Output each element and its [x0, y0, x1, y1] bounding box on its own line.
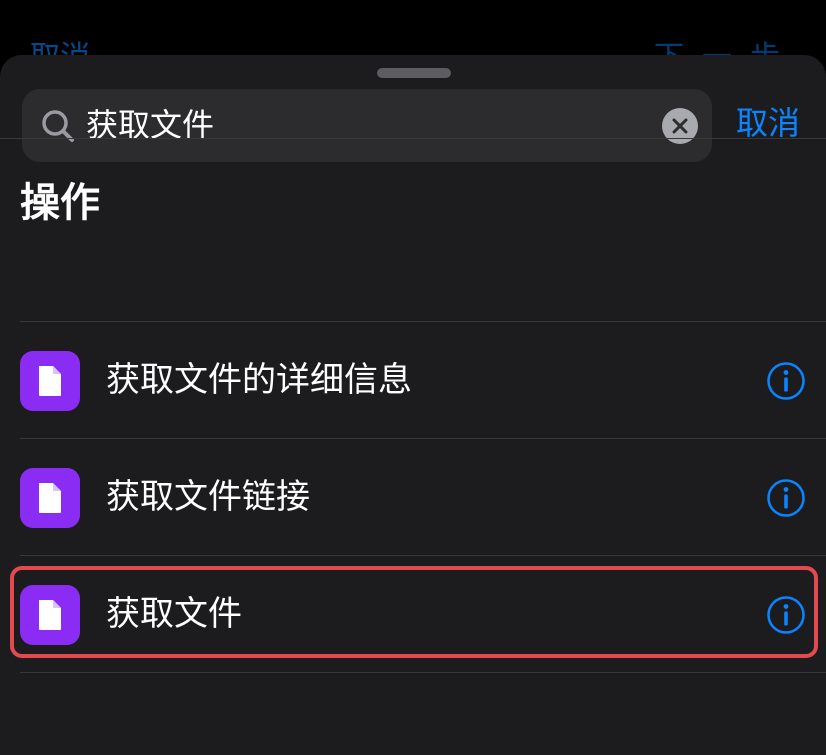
info-icon[interactable] — [766, 361, 806, 401]
document-icon — [20, 351, 80, 411]
action-label: 获取文件链接 — [106, 477, 310, 517]
sheet-grabber[interactable] — [377, 68, 451, 78]
background-nav-bar: 取消 下一步 — [0, 0, 826, 60]
search-field[interactable] — [22, 89, 712, 162]
list-separator — [20, 672, 826, 673]
highlight-box — [10, 566, 818, 658]
section-title: 操作 — [20, 180, 100, 226]
action-row-file-details[interactable]: 获取文件的详细信息 — [0, 322, 826, 439]
search-icon — [42, 110, 74, 142]
info-icon[interactable] — [766, 478, 806, 518]
search-input[interactable] — [86, 89, 646, 162]
clear-icon — [672, 118, 688, 134]
action-row-file-link[interactable]: 获取文件链接 — [0, 439, 826, 556]
action-label: 获取文件的详细信息 — [106, 360, 412, 400]
header-divider — [0, 138, 826, 139]
document-icon — [20, 468, 80, 528]
cancel-button[interactable]: 取消 — [736, 103, 800, 143]
